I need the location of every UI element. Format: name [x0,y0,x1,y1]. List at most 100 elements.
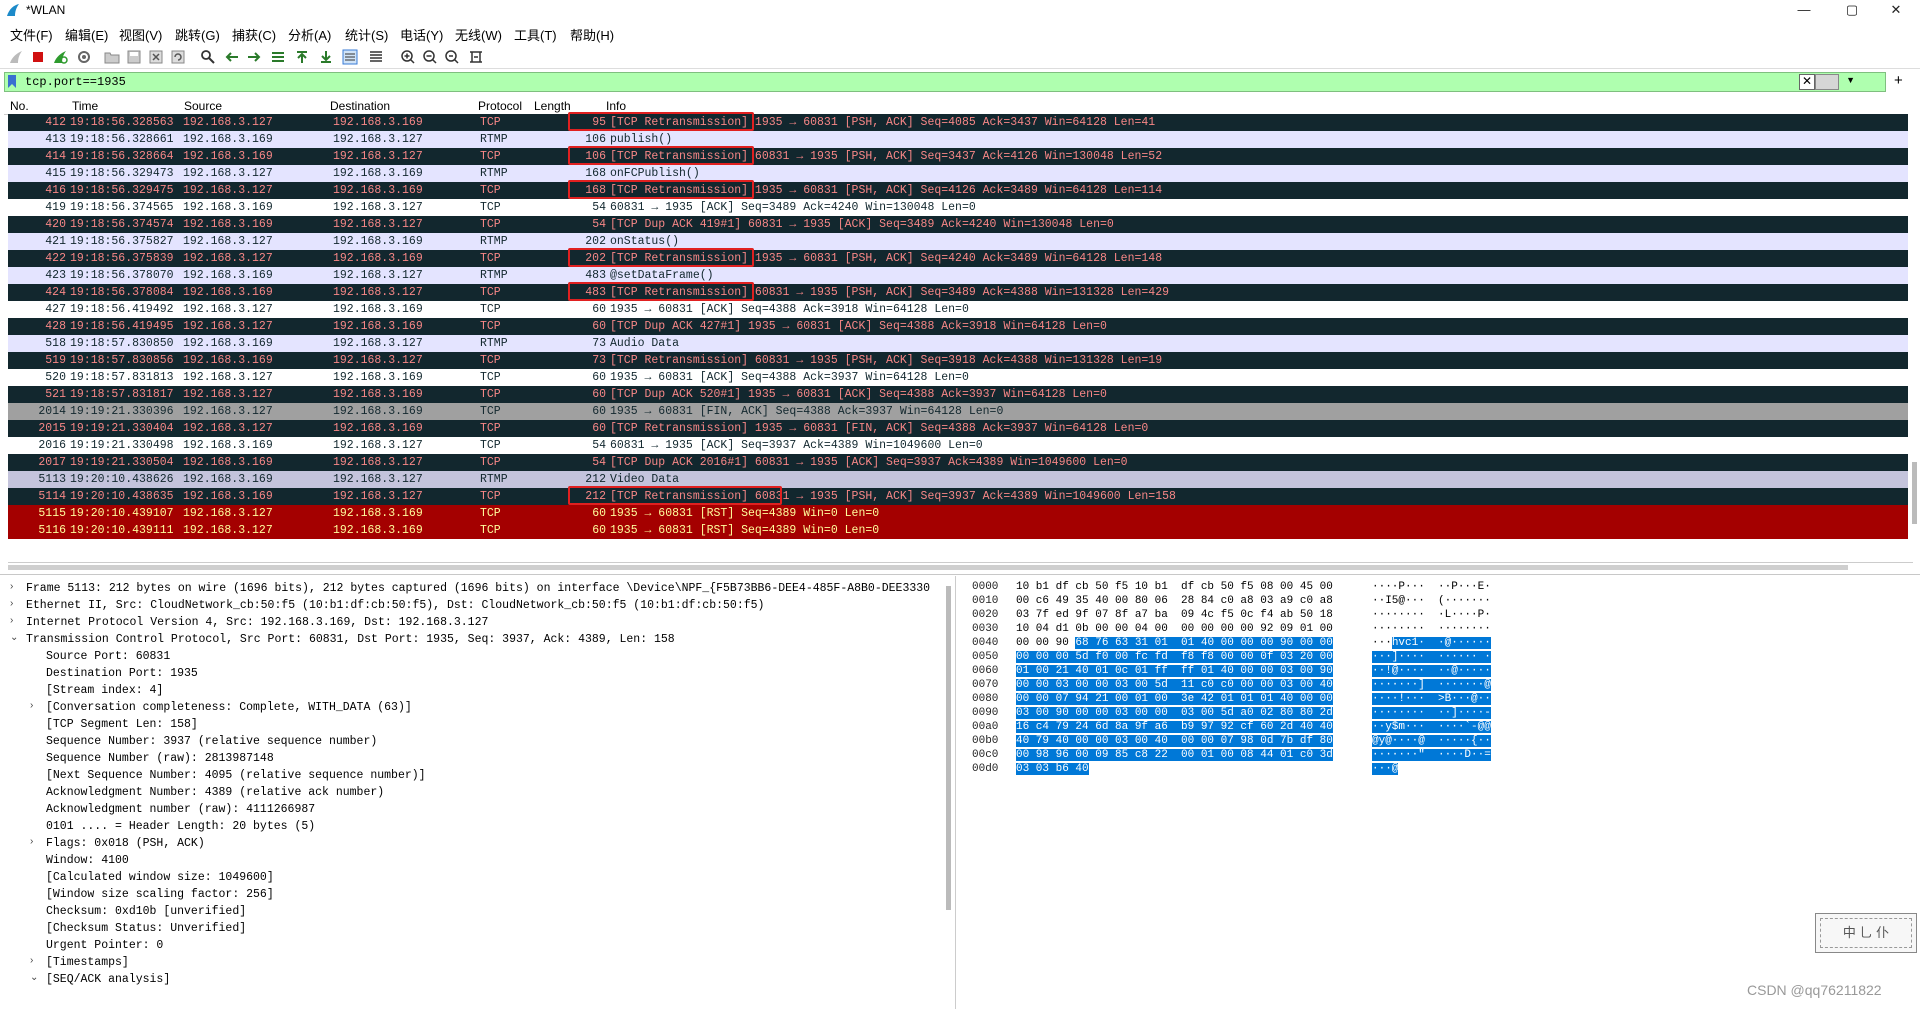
byte-hex[interactable]: 03 7f ed 9f 07 8f a7 ba 09 4c f5 0c f4 a… [1016,608,1333,622]
expand-arrow-icon[interactable]: › [30,836,33,847]
packet-row[interactable]: 5113 19:20:10.438626 192.168.3.169 192.168.… [8,471,1908,488]
colorize-icon[interactable] [368,49,384,65]
detail-tree-item[interactable]: 0101 .... = Header Length: 20 bytes (5) [46,818,315,835]
open-file-icon[interactable] [104,49,120,65]
column-source[interactable]: Source [184,99,222,113]
expand-arrow-icon[interactable]: › [10,615,13,626]
byte-ascii[interactable]: ···hvc1· ·@······ [1372,636,1491,650]
expand-arrow-icon[interactable]: › [30,700,33,711]
packet-row[interactable]: 2016 19:19:21.330498 192.168.3.169 192.168.… [8,437,1908,454]
byte-hex[interactable]: 40 79 40 00 00 03 00 40 00 00 07 98 0d 7… [1016,734,1333,748]
detail-tree-item[interactable]: [Next Sequence Number: 4095 (relative se… [46,767,426,784]
capture-options-icon[interactable] [76,49,92,65]
menu-wireless[interactable]: 无线(W) [455,25,502,44]
byte-ascii[interactable]: ····!··· >B···@·· [1372,692,1491,706]
normal-size-icon[interactable] [444,49,460,65]
byte-hex[interactable]: 01 00 21 40 01 0c 01 ff ff 01 40 00 00 0… [1016,664,1333,678]
detail-tree-item[interactable]: [SEQ/ACK analysis] [46,971,170,988]
packet-row[interactable]: 413 19:18:56.328661 192.168.3.169 192.168.3… [8,131,1908,148]
byte-ascii[interactable]: ···]···· ······ · [1372,650,1491,664]
first-packet-icon[interactable] [294,49,310,65]
column-destination[interactable]: Destination [330,99,390,113]
detail-tree-item[interactable]: Destination Port: 1935 [46,665,198,682]
collapse-arrow-icon[interactable]: ⌄ [30,972,38,983]
menu-tools[interactable]: 工具(T) [514,25,557,44]
column-length[interactable]: Length [534,99,571,113]
packet-row[interactable]: 421 19:18:56.375827 192.168.3.127 192.168.3… [8,233,1908,250]
detail-tree-item[interactable]: Transmission Control Protocol, Src Port:… [26,631,675,648]
menu-view[interactable]: 视图(V) [119,25,162,44]
collapse-arrow-icon[interactable]: ⌄ [10,632,18,643]
zoom-out-icon[interactable] [422,49,438,65]
detail-tree-item[interactable]: [Conversation completeness: Complete, WI… [46,699,412,716]
detail-tree-item[interactable]: [Checksum Status: Unverified] [46,920,246,937]
last-packet-icon[interactable] [318,49,334,65]
detail-tree-item[interactable]: Sequence Number: 3937 (relative sequence… [46,733,377,750]
go-forward-icon[interactable] [246,49,262,65]
column-no[interactable]: No. [10,99,29,113]
packet-row[interactable]: 2017 19:19:21.330504 192.168.3.169 192.168.… [8,454,1908,471]
byte-hex[interactable]: 00 00 07 94 21 00 01 00 3e 42 01 01 01 4… [1016,692,1333,706]
packet-list-scrollbar[interactable] [1912,462,1917,524]
menu-statistics[interactable]: 统计(S) [345,25,388,44]
save-file-icon[interactable] [126,49,142,65]
pane-splitter[interactable] [0,574,1920,575]
menu-edit[interactable]: 编辑(E) [65,25,108,44]
bookmark-icon[interactable] [8,75,16,88]
packet-row[interactable]: 2015 19:19:21.330404 192.168.3.127 192.168.… [8,420,1908,437]
byte-hex[interactable]: 16 c4 79 24 6d 8a 9f a6 b9 97 92 cf 60 2… [1016,720,1333,734]
filter-history-dropdown-icon[interactable]: ▼ [1846,75,1855,85]
clear-filter-icon[interactable]: ✕ [1799,74,1815,90]
packet-row[interactable]: 428 19:18:56.419495 192.168.3.127 192.168.3… [8,318,1908,335]
autoscroll-icon[interactable] [342,49,358,65]
byte-hex[interactable]: 03 00 90 00 00 03 00 00 03 00 5d a0 02 8… [1016,706,1333,720]
packet-row[interactable]: 5115 19:20:10.439107 192.168.3.127 192.168.… [8,505,1908,522]
byte-ascii[interactable]: ·······" ····D··= [1372,748,1491,762]
byte-hex[interactable]: 00 00 00 5d f0 00 fc fd f8 f8 00 00 0f 0… [1016,650,1333,664]
byte-ascii[interactable]: ··I5@··· (······· [1372,594,1491,608]
byte-hex[interactable]: 10 04 d1 0b 00 00 04 00 00 00 00 00 92 0… [1016,622,1333,636]
packet-row[interactable]: 416 19:18:56.329475 192.168.3.127 192.168.3… [8,182,1908,199]
expand-arrow-icon[interactable]: › [30,955,33,966]
byte-ascii[interactable]: ···@ [1372,762,1399,776]
menu-help[interactable]: 帮助(H) [570,25,614,44]
packet-row[interactable]: 427 19:18:56.419492 192.168.3.127 192.168.3… [8,301,1908,318]
column-time[interactable]: Time [72,99,98,113]
column-info[interactable]: Info [606,99,626,113]
details-scrollbar[interactable] [946,586,951,910]
menu-capture[interactable]: 捕获(C) [232,25,276,44]
byte-ascii[interactable]: ····P··· ··P···E· [1372,580,1491,594]
packet-row[interactable]: 520 19:18:57.831813 192.168.3.127 192.168.3… [8,369,1908,386]
byte-hex[interactable]: 00 c6 49 35 40 00 80 06 28 84 c0 a8 03 a… [1016,594,1333,608]
packet-row[interactable]: 2014 19:19:21.330396 192.168.3.127 192.168.… [8,403,1908,420]
detail-tree-item[interactable]: Flags: 0x018 (PSH, ACK) [46,835,205,852]
packet-row[interactable]: 518 19:18:57.830850 192.168.3.169 192.168.3… [8,335,1908,352]
packet-list-hscrollbar[interactable] [8,562,1913,573]
packet-row[interactable]: 412 19:18:56.328563 192.168.3.127 192.168.3… [8,114,1908,131]
menu-analyze[interactable]: 分析(A) [288,25,331,44]
packet-row[interactable]: 519 19:18:57.830856 192.168.3.169 192.168.3… [8,352,1908,369]
byte-hex[interactable]: 00 00 90 68 76 63 31 01 01 40 00 00 00 9… [1016,636,1333,650]
column-protocol[interactable]: Protocol [478,99,522,113]
menu-go[interactable]: 跳转(G) [175,25,220,44]
maximize-button[interactable]: ▢ [1830,0,1874,20]
packet-row[interactable]: 414 19:18:56.328664 192.168.3.169 192.168.3… [8,148,1908,165]
byte-hex[interactable]: 00 98 96 00 09 85 c8 22 00 01 00 08 44 0… [1016,748,1333,762]
close-file-icon[interactable] [148,49,164,65]
display-filter-input[interactable]: tcp.port==1935 [25,75,126,89]
reload-file-icon[interactable] [170,49,186,65]
detail-tree-item[interactable]: [Window size scaling factor: 256] [46,886,274,903]
menu-file[interactable]: 文件(F) [10,25,53,44]
detail-tree-item[interactable]: Acknowledgment Number: 4389 (relative ac… [46,784,384,801]
byte-hex[interactable]: 03 03 b6 40 [1016,762,1089,776]
display-filter-bar[interactable]: tcp.port==1935 ✕ ▼ [4,72,1886,92]
detail-tree-item[interactable]: [TCP Segment Len: 158] [46,716,198,733]
detail-tree-item[interactable]: Source Port: 60831 [46,648,170,665]
detail-tree-item[interactable]: [Calculated window size: 1049600] [46,869,274,886]
packet-row[interactable]: 5114 19:20:10.438635 192.168.3.169 192.168.… [8,488,1908,505]
hscroll-thumb[interactable] [8,565,1848,570]
packet-row[interactable]: 415 19:18:56.329473 192.168.3.127 192.168.3… [8,165,1908,182]
byte-ascii[interactable]: ··!@···· ··@····· [1372,664,1491,678]
expand-arrow-icon[interactable]: › [10,581,13,592]
detail-tree-item[interactable]: [Stream index: 4] [46,682,163,699]
